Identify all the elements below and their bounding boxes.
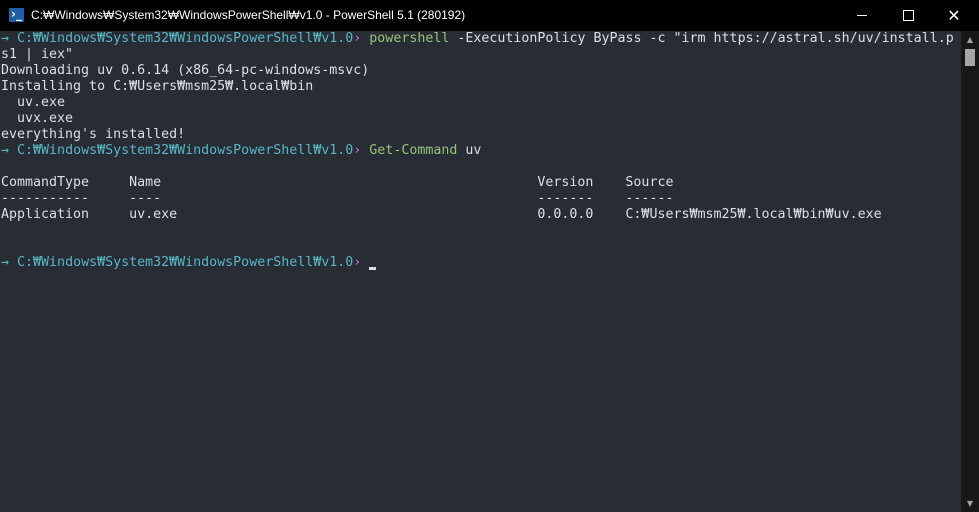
prompt-path: C:₩Windows₩System32₩WindowsPowerShell₩v1…	[17, 143, 354, 158]
table-separator: ----------- ---- ------- ------	[1, 191, 674, 206]
scroll-down-arrow-icon[interactable]: ▼	[961, 495, 979, 512]
command-args: -ExecutionPolicy ByPass -c "irm https://…	[457, 31, 954, 46]
command-name: powershell	[369, 31, 450, 46]
minimize-icon	[857, 15, 867, 16]
powershell-window: ›_ C:₩Windows₩System32₩WindowsPowerShell…	[0, 0, 979, 512]
prompt-arrow: →	[1, 255, 10, 270]
prompt-path: C:₩Windows₩System32₩WindowsPowerShell₩v1…	[17, 255, 354, 270]
terminal-output[interactable]: → C:₩Windows₩System32₩WindowsPowerShell₩…	[0, 31, 961, 512]
text-cursor	[369, 267, 377, 270]
prompt-symbol: ›	[353, 143, 362, 158]
prompt-line-2: → C:₩Windows₩System32₩WindowsPowerShell₩…	[1, 143, 481, 159]
command-args: uv	[465, 143, 482, 158]
prompt-line-3: → C:₩Windows₩System32₩WindowsPowerShell₩…	[1, 255, 377, 271]
close-icon: ✕	[947, 5, 961, 25]
prompt-path: C:₩Windows₩System32₩WindowsPowerShell₩v1…	[17, 31, 354, 46]
output-line: Installing to C:₩Users₩msm25₩.local₩bin	[1, 79, 314, 94]
vertical-scrollbar[interactable]: ▲ ▼	[961, 31, 979, 512]
prompt-symbol: ›	[353, 31, 362, 46]
window-title: C:₩Windows₩System32₩WindowsPowerShell₩v1…	[31, 8, 466, 22]
output-line: everything's installed!	[1, 127, 186, 142]
command-name: Get-Command	[369, 143, 458, 158]
table-header: CommandType Name Version Source	[1, 175, 674, 190]
title-bar[interactable]: ›_ C:₩Windows₩System32₩WindowsPowerShell…	[0, 0, 979, 31]
command-wrap-line: s1 | iex"	[1, 47, 74, 62]
prompt-arrow: →	[1, 143, 10, 158]
prompt-line-1: → C:₩Windows₩System32₩WindowsPowerShell₩…	[1, 31, 954, 47]
table-row: Application uv.exe 0.0.0.0 C:₩Users₩msm2…	[1, 207, 882, 222]
prompt-symbol: ›	[353, 255, 362, 270]
close-button[interactable]: ✕	[931, 0, 977, 31]
output-line: Downloading uv 0.6.14 (x86_64-pc-windows…	[1, 63, 370, 78]
output-line: uvx.exe	[1, 111, 74, 126]
maximize-icon	[902, 10, 914, 21]
minimize-button[interactable]	[839, 0, 885, 31]
scroll-up-arrow-icon[interactable]: ▲	[961, 31, 979, 48]
scrollbar-thumb[interactable]	[965, 49, 975, 66]
powershell-icon[interactable]: ›_	[9, 7, 24, 22]
output-line: uv.exe	[1, 95, 66, 110]
prompt-arrow: →	[1, 31, 10, 46]
maximize-button[interactable]	[885, 0, 931, 31]
